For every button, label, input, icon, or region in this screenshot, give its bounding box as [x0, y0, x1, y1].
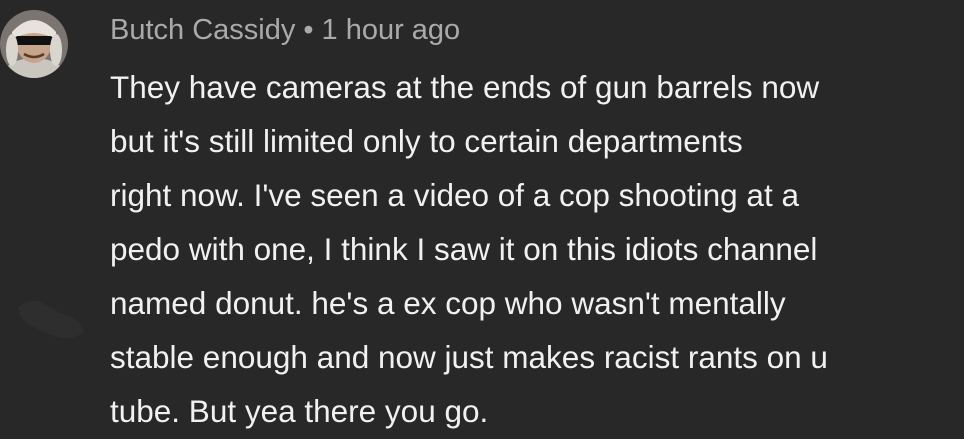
comment-timestamp[interactable]: 1 hour ago: [322, 14, 461, 47]
author-avatar[interactable]: [0, 10, 68, 78]
header-separator: •: [303, 13, 314, 46]
faded-like-icon: [18, 300, 84, 339]
avatar-icon: [0, 10, 68, 78]
comment-header: Butch Cassidy • 1 hour ago: [110, 12, 460, 48]
comment-thread-item: Butch Cassidy • 1 hour ago They have cam…: [0, 0, 964, 439]
comment-body: They have cameras at the ends of gun bar…: [110, 69, 828, 429]
author-name[interactable]: Butch Cassidy: [110, 14, 295, 47]
